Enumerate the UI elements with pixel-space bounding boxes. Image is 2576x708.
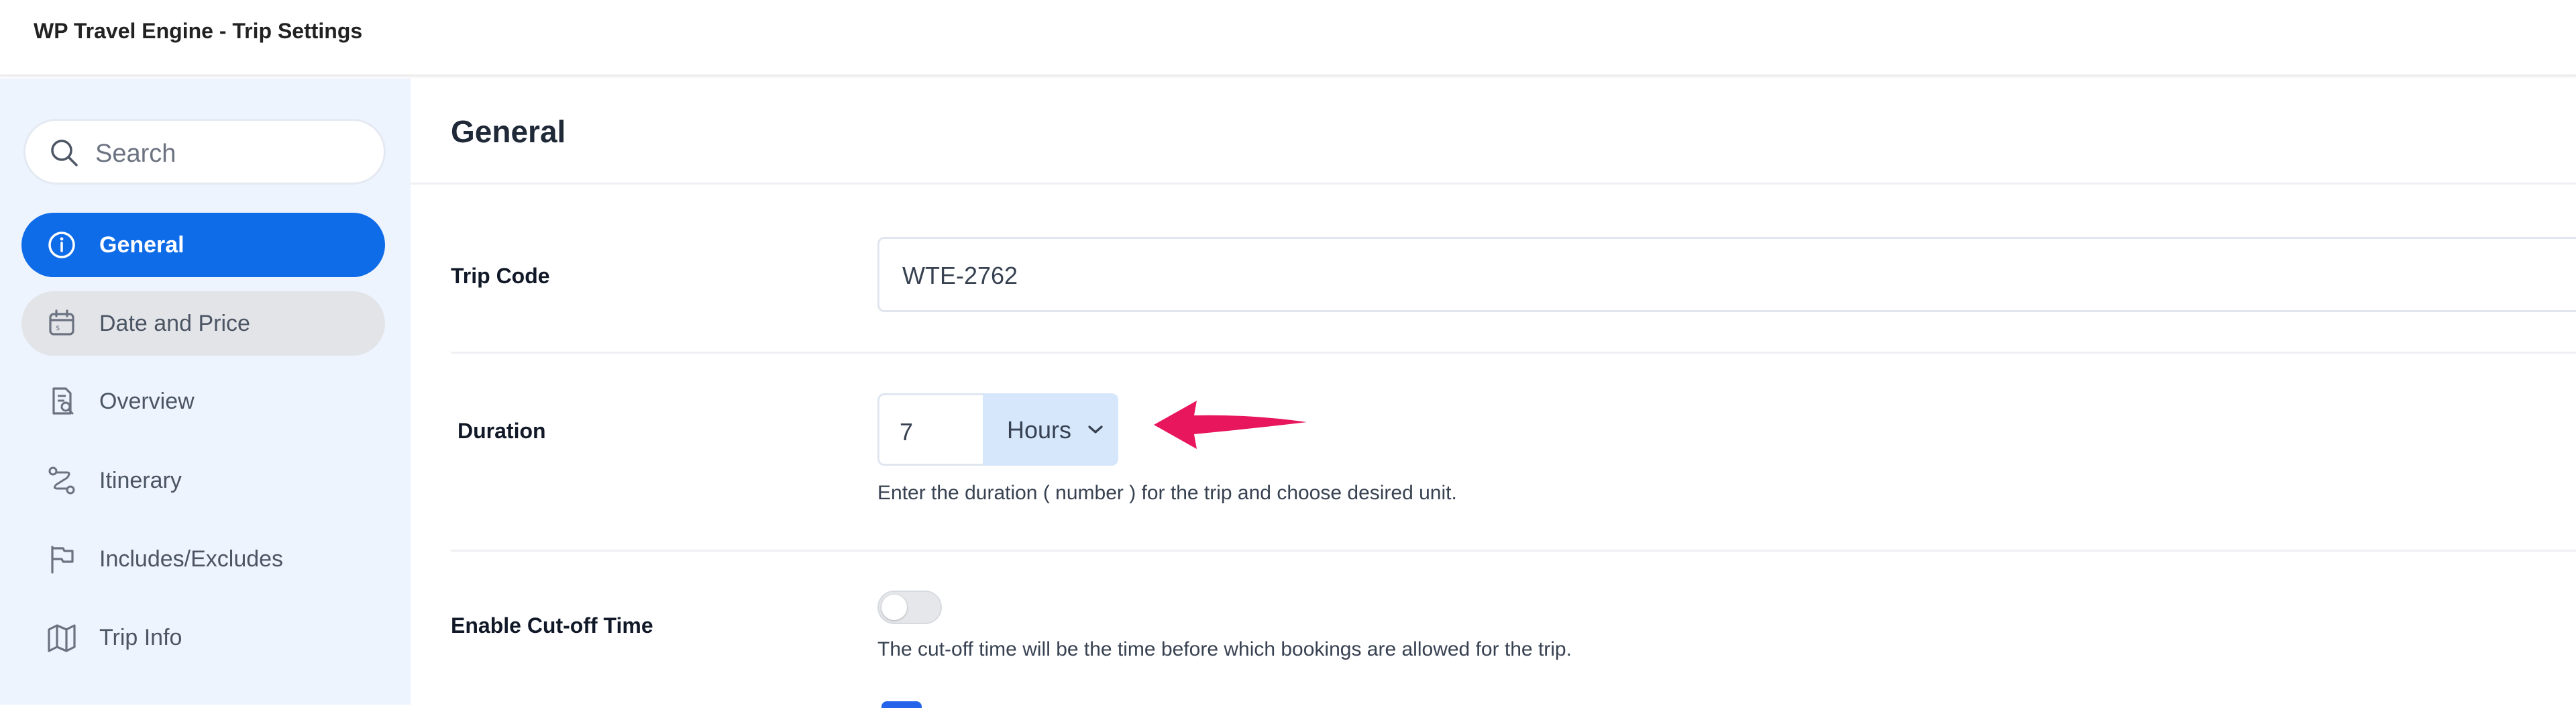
duration-unit-value: Hours bbox=[1007, 416, 1072, 444]
sidebar-item-label: Date and Price bbox=[99, 311, 250, 336]
cutoff-toggle[interactable] bbox=[877, 591, 942, 624]
sidebar-item-label: General bbox=[99, 232, 184, 258]
document-search-icon bbox=[52, 387, 74, 415]
trip-code-value: WTE-2762 bbox=[902, 262, 1018, 289]
main-panel: General Trip Code WTE-2762 Duration 7 Ho… bbox=[411, 79, 2576, 708]
search-input[interactable]: Search bbox=[23, 119, 386, 185]
window-title: WP Travel Engine - Trip Settings bbox=[34, 19, 363, 43]
duration-number-input[interactable]: 7 bbox=[877, 393, 983, 466]
calendar-icon: $ bbox=[49, 309, 74, 336]
duration-value: 7 bbox=[900, 418, 914, 446]
cutoff-label: Enable Cut-off Time bbox=[451, 613, 653, 638]
search-icon bbox=[51, 140, 78, 166]
duration-label: Duration bbox=[458, 419, 546, 443]
sidebar-item-date-and-price[interactable]: $ Date and Price bbox=[21, 291, 385, 356]
sidebar-item-label: Itinerary bbox=[99, 468, 182, 493]
checkbox[interactable] bbox=[881, 701, 922, 708]
page-title: General bbox=[451, 114, 566, 149]
flag-icon bbox=[51, 546, 74, 574]
annotation-arrow-icon bbox=[1154, 401, 1307, 449]
chevron-down-icon bbox=[1088, 425, 1103, 434]
divider bbox=[451, 352, 2576, 354]
search-placeholder: Search bbox=[95, 140, 176, 168]
section-header: General bbox=[411, 79, 2576, 185]
sidebar-item-includes-excludes[interactable]: Includes/Excludes bbox=[21, 527, 385, 591]
duration-unit-select[interactable]: Hours bbox=[983, 393, 1118, 466]
top-bar: WP Travel Engine - Trip Settings bbox=[0, 0, 2576, 77]
svg-text:$: $ bbox=[56, 325, 60, 332]
trip-code-input[interactable]: WTE-2762 bbox=[877, 237, 2576, 312]
divider bbox=[451, 550, 2576, 552]
trip-code-label: Trip Code bbox=[451, 264, 550, 288]
route-icon bbox=[48, 466, 75, 495]
sidebar-item-label: Trip Info bbox=[99, 625, 182, 650]
map-icon bbox=[48, 624, 76, 652]
sidebar-item-trip-info[interactable]: Trip Info bbox=[21, 605, 385, 670]
toggle-knob bbox=[881, 595, 907, 620]
sidebar-item-overview[interactable]: Overview bbox=[21, 369, 385, 434]
sidebar-item-general[interactable]: General bbox=[21, 213, 385, 277]
sidebar-item-label: Includes/Excludes bbox=[99, 546, 284, 572]
cutoff-help-text: The cut-off time will be the time before… bbox=[877, 638, 1572, 660]
sidebar: Search General $ Date and Price Overview… bbox=[0, 79, 411, 705]
info-circle-icon bbox=[48, 232, 75, 258]
sidebar-item-label: Overview bbox=[99, 389, 195, 414]
sidebar-item-itinerary[interactable]: Itinerary bbox=[21, 448, 385, 513]
duration-help-text: Enter the duration ( number ) for the tr… bbox=[877, 482, 1457, 504]
